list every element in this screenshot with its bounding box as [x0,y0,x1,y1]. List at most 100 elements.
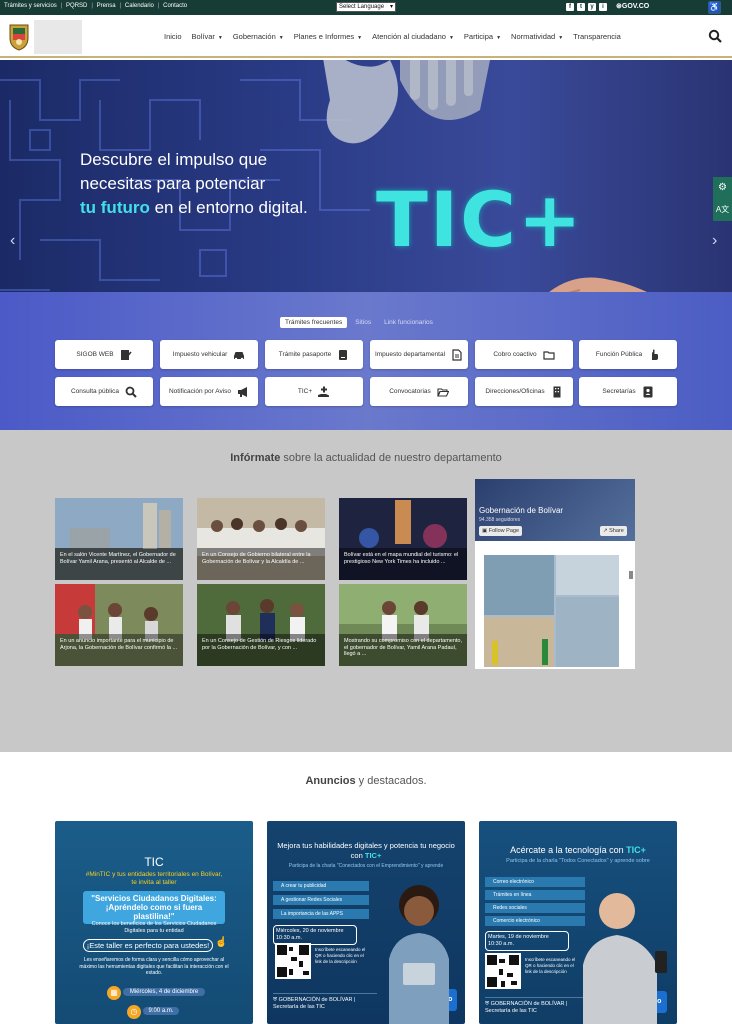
facebook-icon[interactable]: f [566,3,574,11]
promo-subtitle: Conoce los beneficios de los Servicios C… [91,921,217,934]
share-label: Share [609,528,624,534]
follow-label: Follow Page [488,528,520,534]
promo-item: Correo electrónico [485,877,585,887]
nav-gobernacion[interactable]: Gobernación ▼ [233,32,284,41]
tramite-label: Consulta pública [70,388,120,395]
chevron-down-icon: ▼ [357,35,363,41]
promo-item: Trámites en línea [485,890,585,900]
twitter-icon[interactable]: t [577,3,585,11]
social-links: f t y i [566,3,607,11]
tramite-cobro-coactivo[interactable]: Cobro coactivo [475,340,573,369]
top-link-calendario[interactable]: Calendario [125,3,154,9]
tramite-tic-plus[interactable]: TIC+ [265,377,363,406]
news-card[interactable]: Bolívar está en el mapa mundial del turi… [339,498,467,580]
news-card[interactable]: En el salón Vicente Martínez, el Goberna… [55,498,183,580]
tab-sitios[interactable]: Sitios [350,317,376,328]
promo-time: 9:00 a.m. [143,1007,179,1015]
hand-pointer-icon: ☝ [215,937,228,948]
tic-plus-logo: TIC+ [376,175,584,264]
tab-link-funcionarios[interactable]: Link funcionarios [379,317,438,328]
nav-participa[interactable]: Participa ▼ [464,32,501,41]
brand-logo[interactable] [34,20,82,54]
tramite-impuesto-departamental[interactable]: Impuesto departamental [370,340,468,369]
tramite-convocatorias[interactable]: Convocatorias [370,377,468,406]
promo-date-text: Martes, 19 de noviembre [488,934,549,940]
tramites-tabs: Trámites frecuentes Sitios Link funciona… [280,317,441,328]
nav-transparencia[interactable]: Transparencia [573,32,621,41]
tramite-impuesto-vehicular[interactable]: Impuesto vehicular [160,340,258,369]
accessibility-icon[interactable]: ♿ [708,1,721,14]
instagram-icon[interactable]: i [599,3,607,11]
promo-org1: GOBERNACIÓN de BOLÍVAR [490,1001,565,1007]
promo-headline: Acércate a la tecnología con TIC+ [485,845,671,855]
document-icon [452,348,462,361]
tramite-pasaporte[interactable]: Trámite pasaporte [265,340,363,369]
tramite-sigob-web[interactable]: SIGOB WEB [55,340,153,369]
nav-atencion-ciudadano[interactable]: Atención al ciudadano ▼ [372,32,454,41]
promo-card[interactable]: Acércate a la tecnología con TIC+ Partic… [479,821,677,1024]
chevron-down-icon: ▼ [217,35,223,41]
nav-inicio[interactable]: Inicio [164,32,182,41]
news-card[interactable]: En un anuncio importante para el municip… [55,584,183,666]
tramite-direcciones-oficinas[interactable]: Direcciones/Oficinas [475,377,573,406]
qr-code-icon [275,943,311,979]
promo-date: Martes, 19 de noviembre 10:30 a.m. [485,931,569,951]
news-photo-meeting [197,498,325,580]
promo-subtitle: Participa de la charla "Conectados con e… [288,863,444,869]
tramite-label: Impuesto vehicular [172,351,228,358]
promo-card[interactable]: TIC #MinTIC y tus entidades territoriale… [55,821,253,1024]
top-link-pqrsd[interactable]: PQRSD [66,3,87,9]
tramite-label: Cobro coactivo [493,351,537,358]
tramite-label: Direcciones/Oficinas [485,388,545,395]
news-card[interactable]: Mostrando su compromiso con el departame… [339,584,467,666]
promo-item: A gestionar Redes Sociales [273,895,369,905]
promo-org-logo: ⛨ GOBERNACIÓN de BOLÍVAR | Secretaría de… [485,997,589,1014]
tramite-funcion-publica[interactable]: Función Pública [579,340,677,369]
news-title: Infórmate sobre la actualidad de nuestro… [0,452,732,464]
facebook-follow-button[interactable]: ▣ Follow Page [479,526,523,536]
nav-normatividad[interactable]: Normatividad ▼ [511,32,563,41]
tramite-notificacion-aviso[interactable]: Notificación por Aviso [160,377,258,406]
youtube-icon[interactable]: y [588,3,596,11]
carousel-prev-icon[interactable]: ‹ [10,232,15,250]
promo-card[interactable]: Mejora tus habilidades digitales y poten… [267,821,465,1024]
nav-planes-informes[interactable]: Planes e Informes ▼ [294,32,362,41]
carousel-next-icon[interactable]: › [712,232,717,250]
facebook-scrollbar[interactable] [629,571,633,579]
anuncios-title-bold: Anuncios [305,775,356,787]
news-card[interactable]: En un Consejo de Gobierno bilateral entr… [197,498,325,580]
tramite-consulta-publica[interactable]: Consulta pública [55,377,153,406]
facebook-share-button[interactable]: ↗ Share [600,526,627,536]
top-link-contacto[interactable]: Contacto [163,3,187,9]
language-select-value: Select Language [339,4,385,10]
promo-item: Redes sociales [485,903,585,913]
chevron-down-icon: ▼ [558,35,564,41]
tramite-secretarias[interactable]: Secretarías [579,377,677,406]
top-link-prensa[interactable]: Prensa [97,3,116,9]
tramite-label: Impuesto departamental [374,351,446,358]
promo-time-text: 10:30 a.m. [276,935,302,941]
news-card[interactable]: En un Consejo de Gestión de Riesgos lide… [197,584,325,666]
news-caption: En un anuncio importante para el municip… [60,638,178,651]
govco-label: GOV.CO [621,3,650,10]
translate-icon[interactable]: A文 [713,199,732,221]
search-icon[interactable] [708,29,722,43]
language-select[interactable]: Select Language ▾ [336,2,396,12]
promo-cta: ¡Este taller es perfecto para ustedes! [83,939,213,952]
facebook-page-name[interactable]: Gobernación de Bolívar [479,506,563,515]
qr-code-icon [485,953,521,989]
promo-subtitle: Participa de la charla "Todos Conectados… [506,858,650,864]
gear-icon[interactable]: ⚙ [713,177,732,199]
news-photo-people-street [55,584,183,666]
site-header: Inicio Bolívar ▼ Gobernación ▼ Planes e In… [0,15,732,58]
hero-banner[interactable]: Descubre el impulso que necesitas para p… [0,60,732,292]
coat-of-arms-logo[interactable] [7,22,31,52]
nav-bolivar[interactable]: Bolívar ▼ [192,32,223,41]
top-link-tramites[interactable]: Trámites y servicios [4,3,57,9]
tab-tramites-frecuentes[interactable]: Trámites frecuentes [280,317,348,328]
facebook-widget[interactable]: Gobernación de Bolívar 94.358 seguidores… [475,479,635,669]
govco-link[interactable]: ⊛GOV.CO [616,2,649,10]
promo-intro: #MinTIC y tus entidades territoriales en… [85,871,223,886]
nav-label: Bolívar [191,32,215,41]
promo-date: Miércoles, 4 de diciembre [123,988,205,996]
